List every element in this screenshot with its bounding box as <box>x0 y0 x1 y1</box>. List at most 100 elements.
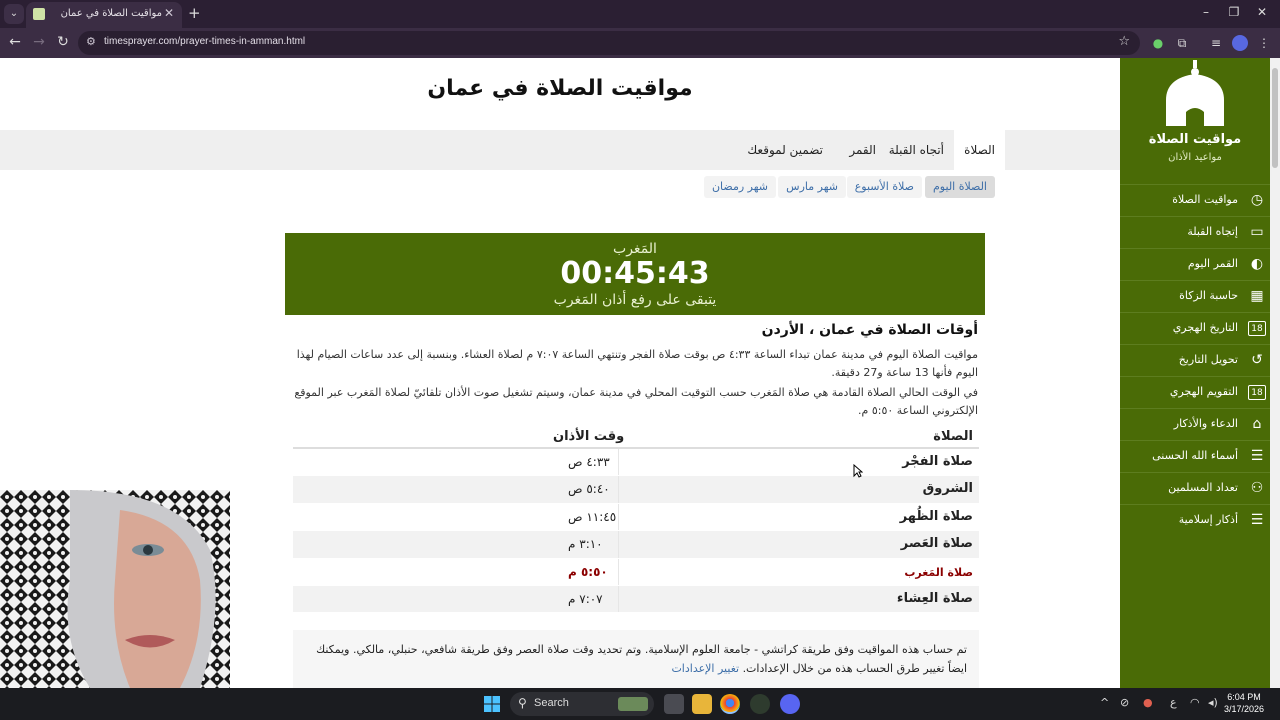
table-header: الصلاة وقت الأذان <box>293 427 979 449</box>
chrome-icon[interactable] <box>720 694 740 714</box>
back-icon[interactable]: ← <box>6 34 24 50</box>
sidebar-item-prayer-times[interactable]: ◷ مواقيت الصلاة <box>1120 184 1270 216</box>
forward-icon[interactable]: → <box>30 34 48 50</box>
column-prayer: الصلاة <box>933 429 973 444</box>
sidebar-item-label: أسماء الله الحسنى <box>1152 449 1238 462</box>
calculation-method-box: تم حساب هذه المواقيت وفق طريقة كراتشي - … <box>293 630 979 688</box>
method-text: تم حساب هذه المواقيت وفق طريقة كراتشي - … <box>316 643 967 675</box>
os-taskbar: ⚲ Search ^ ⊘ ● ع ◠ ◂) 6:04 PM 3/17/2026 <box>0 688 1280 720</box>
sidebar-item-adhkar[interactable]: ☰ أذكار إسلامية <box>1120 504 1270 536</box>
minimize-icon[interactable]: – <box>1196 5 1216 19</box>
tab-embed[interactable]: تضمين لموقعك <box>737 130 833 170</box>
sidebar-item-dua[interactable]: ⌂ الدعاء والأذكار <box>1120 408 1270 440</box>
address-bar[interactable]: ⚙ timesprayer.com/prayer-times-in-amman.… <box>78 31 1140 55</box>
extension-shield-icon[interactable]: ● <box>1150 35 1166 51</box>
sidebar-title: مواقيت الصلاة <box>1148 132 1242 147</box>
tab-moon[interactable]: القمر <box>839 130 886 170</box>
method-note: تم حساب هذه المواقيت وفق طريقة كراتشي - … <box>303 640 967 678</box>
table-row: صلاة العِشاء ٧:٠٧ م <box>293 585 979 614</box>
prayer-name: صلاة المَغرب <box>904 565 973 579</box>
favicon-icon <box>33 8 45 20</box>
table-row: الشروق ٥:٤٠ ص <box>293 476 979 504</box>
file-explorer-icon[interactable] <box>692 694 712 714</box>
table-row-current: صلاة المَغرب ٥:٥٠ م <box>293 558 979 586</box>
tab-list-button[interactable]: ⌄ <box>4 4 24 24</box>
calculator-icon: ▦ <box>1250 288 1264 304</box>
taskbar-clock[interactable]: 6:04 PM 3/17/2026 <box>1222 691 1266 715</box>
browser-menu-icon[interactable]: ⋮ <box>1256 35 1272 51</box>
sidebar-item-names-of-allah[interactable]: ☰ أسماء الله الحسنى <box>1120 440 1270 472</box>
table-row: صلاة الفجْر ٤:٣٣ ص <box>293 449 979 477</box>
sidebar-item-moon[interactable]: ◐ القمر اليوم <box>1120 248 1270 280</box>
sidebar-item-hijri-calendar[interactable]: 18 التقويم الهجري <box>1120 376 1270 408</box>
overlay-portrait-image <box>0 490 230 688</box>
subtab-month[interactable]: شهر مارس <box>778 176 846 198</box>
sidebar-item-label: إتجاه القبلة <box>1187 225 1238 238</box>
sidebar-item-zakat[interactable]: ▦ حاسبة الزكاة <box>1120 280 1270 312</box>
site-info-icon[interactable]: ⚙ <box>86 35 96 48</box>
discord-icon[interactable] <box>780 694 800 714</box>
subtab-week[interactable]: صلاة الأسبوع <box>846 176 922 198</box>
main-content: الصلاة اليوم صلاة الأسبوع شهر مارس شهر ر… <box>266 170 1006 688</box>
app-icon[interactable] <box>750 694 770 714</box>
tab-qibla[interactable]: أتجاه القبلة <box>879 130 954 170</box>
people-icon: ⚇ <box>1250 480 1264 496</box>
sidebar-item-hijri-date[interactable]: 18 التاريخ الهجري <box>1120 312 1270 344</box>
change-settings-link[interactable]: تغيير الإعدادات <box>671 662 739 675</box>
browser-tab[interactable]: مواقيت الصلاة في عمان ✕ <box>26 2 182 28</box>
page-scrollbar[interactable] <box>1270 58 1280 688</box>
countdown-banner: المَغرب 00:45:43 يتبقى على رفع أذان المَ… <box>285 233 985 315</box>
wifi-icon[interactable]: ◠ <box>1190 696 1200 709</box>
subtab-ramadan[interactable]: شهر رمضان <box>703 176 776 198</box>
scrollbar-thumb[interactable] <box>1272 68 1278 168</box>
sidebar-item-label: أذكار إسلامية <box>1178 513 1238 526</box>
network-off-icon[interactable]: ⊘ <box>1120 696 1129 709</box>
volume-icon[interactable]: ◂) <box>1208 696 1218 709</box>
search-highlight-image <box>618 697 648 711</box>
reading-list-icon[interactable]: ≡ <box>1208 35 1224 51</box>
reload-icon[interactable]: ↻ <box>54 34 72 50</box>
intro-paragraph: مواقيت الصلاة اليوم في مدينة عمان تبداء … <box>296 348 978 379</box>
extensions-puzzle-icon[interactable]: ⧉ <box>1174 35 1190 51</box>
windows-start-icon[interactable] <box>484 696 500 712</box>
restore-icon[interactable]: ❐ <box>1224 5 1244 19</box>
clock-date: 3/17/2026 <box>1223 704 1265 714</box>
taskbar-search[interactable]: ⚲ Search <box>510 692 654 716</box>
task-view-icon[interactable] <box>664 694 684 714</box>
cell-divider <box>618 531 619 558</box>
sidebar-item-label: تحويل التاريخ <box>1178 353 1238 366</box>
prayer-time: ٤:٣٣ ص <box>568 455 610 469</box>
times-heading: أوقات الصلاة في عمان ، الأردن <box>761 322 978 338</box>
tray-overflow-icon[interactable]: ^ <box>1100 696 1109 709</box>
microphone-icon[interactable]: ● <box>1143 696 1153 709</box>
sidebar-item-label: القمر اليوم <box>1187 257 1238 270</box>
cell-divider <box>618 558 619 585</box>
search-icon: ⚲ <box>518 696 527 710</box>
sidebar-item-qibla[interactable]: ▭ إتجاه القبلة <box>1120 216 1270 248</box>
table-row: صلاة العَصر ٣:١٠ م <box>293 531 979 559</box>
tab-prayer[interactable]: الصلاة <box>954 130 1005 170</box>
clock-time: 6:04 PM <box>1227 692 1261 702</box>
url-text[interactable]: timesprayer.com/prayer-times-in-amman.ht… <box>104 36 305 47</box>
input-language[interactable]: ع <box>1170 696 1177 709</box>
kaaba-icon: ▭ <box>1250 224 1264 240</box>
close-tab-icon[interactable]: ✕ <box>164 6 174 20</box>
prayer-name: صلاة العَصر <box>900 536 973 552</box>
prayer-time: ٣:١٠ م <box>568 537 603 552</box>
main-tabs: الصلاة أتجاه القبلة القمر تضمين لموقعك <box>0 130 1120 170</box>
mosque-logo-icon <box>1166 60 1224 126</box>
sidebar-item-muslim-population[interactable]: ⚇ تعداد المسلمين <box>1120 472 1270 504</box>
prayer-time: ١١:٤٥ ص <box>568 509 617 524</box>
prayer-time: ٥:٤٠ ص <box>568 482 610 497</box>
next-prayer-paragraph: في الوقت الحالي الصلاة القادمة هي صلاة ا… <box>294 386 978 417</box>
cell-divider <box>618 476 619 503</box>
sidebar: مواقيت الصلاة مواعيد الأذان ◷ مواقيت الص… <box>1120 58 1270 688</box>
sidebar-item-date-convert[interactable]: ↺ تحويل التاريخ <box>1120 344 1270 376</box>
window-close-icon[interactable]: ✕ <box>1252 5 1272 19</box>
subtab-today[interactable]: الصلاة اليوم <box>925 176 995 198</box>
profile-avatar[interactable] <box>1232 35 1248 51</box>
moon-icon: ◐ <box>1250 256 1264 272</box>
bookmark-star-icon[interactable]: ☆ <box>1118 34 1130 49</box>
new-tab-button[interactable]: + <box>188 4 201 22</box>
sidebar-subtitle: مواعيد الأذان <box>1168 152 1222 163</box>
